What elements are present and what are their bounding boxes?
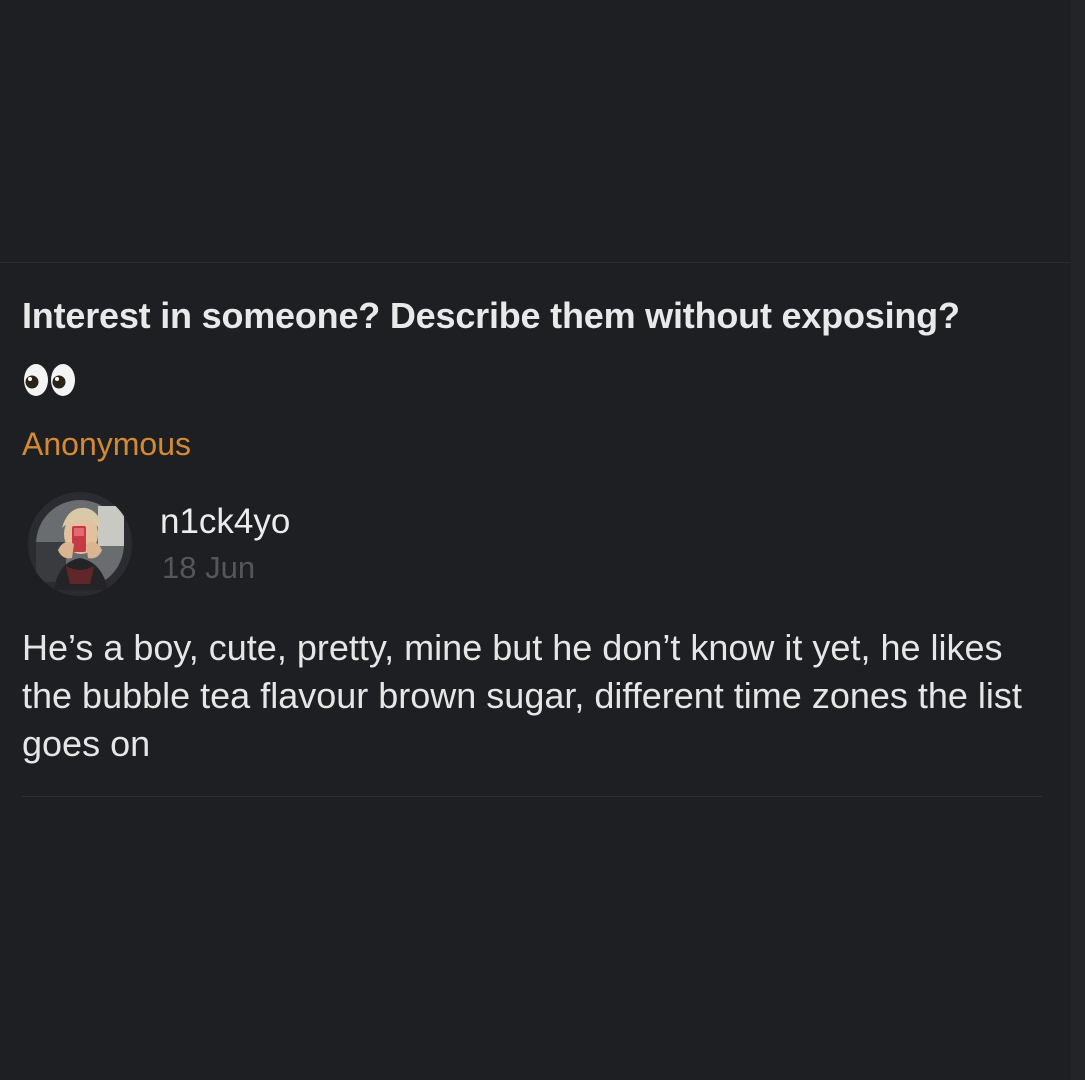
answer-username[interactable]: n1ck4yo: [160, 500, 290, 544]
right-edge-strip: [1071, 0, 1085, 1080]
asker-name[interactable]: Anonymous: [22, 424, 191, 464]
bottom-divider: [22, 796, 1042, 797]
question-text: Interest in someone? Describe them witho…: [22, 295, 960, 336]
top-divider: [0, 262, 1070, 263]
user-avatar[interactable]: [28, 492, 132, 596]
eyes-emoji-icon: [22, 360, 78, 400]
answer-date: 18 Jun: [162, 550, 256, 585]
answer-text: He’s a boy, cute, pretty, mine but he do…: [22, 627, 1022, 764]
